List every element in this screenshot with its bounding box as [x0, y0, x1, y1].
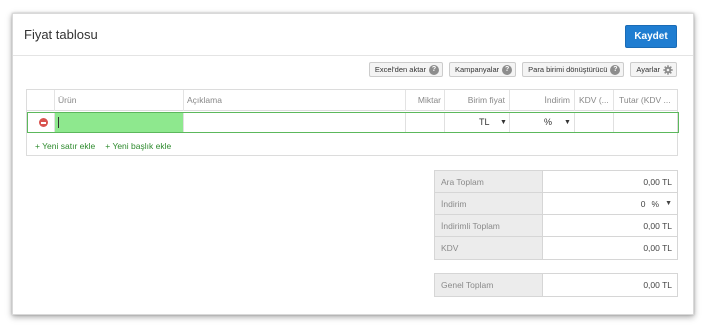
add-header-link[interactable]: + Yeni başlık ekle: [105, 141, 171, 151]
discount-type-select[interactable]: % ▼: [509, 113, 574, 132]
col-description: Açıklama: [183, 90, 405, 111]
delete-row-icon[interactable]: [39, 118, 48, 127]
col-total: Tutar (KDV ...: [613, 90, 678, 111]
page-title: Fiyat tablosu: [24, 27, 98, 42]
panel-header: Fiyat tablosu Kaydet: [13, 14, 693, 56]
items-table: Ürün Açıklama Miktar Birim fiyat İndirim…: [26, 89, 679, 156]
excel-import-button[interactable]: Excel'den aktar ?: [368, 62, 443, 77]
help-icon: ?: [502, 64, 513, 75]
grand-total-row: Genel Toplam 0,00 TL: [435, 274, 677, 296]
chevron-down-icon: ▼: [564, 119, 571, 126]
discounted-total-value: 0,00 TL: [643, 221, 672, 231]
col-discount: İndirim: [509, 90, 574, 111]
grand-total-table: Genel Toplam 0,00 TL: [434, 273, 678, 297]
subtotal-row: Ara Toplam 0,00 TL: [435, 171, 677, 193]
vat-input[interactable]: [574, 113, 613, 132]
gear-icon: [663, 64, 673, 75]
help-icon: ?: [610, 64, 621, 75]
grand-total-value: 0,00 TL: [643, 280, 672, 290]
vat-label: KDV: [435, 237, 543, 259]
help-icon: ?: [428, 64, 439, 75]
subtotal-value: 0,00 TL: [643, 177, 672, 187]
totals-table: Ara Toplam 0,00 TL İndirim 0 % ▼ İndirim…: [434, 170, 678, 260]
discount-row: İndirim 0 % ▼: [435, 193, 677, 215]
grand-total-label: Genel Toplam: [435, 274, 543, 296]
vat-value: 0,00 TL: [643, 243, 672, 253]
save-button[interactable]: Kaydet: [625, 25, 677, 48]
col-product: Ürün: [54, 90, 183, 111]
table-row: TL ▼ % ▼: [27, 112, 679, 133]
total-cell: [613, 113, 678, 132]
quantity-input[interactable]: [405, 113, 444, 132]
discount-label: İndirim: [435, 193, 543, 214]
currency-converter-button[interactable]: Para birimi dönüştürücü ?: [522, 62, 625, 77]
discounted-total-row: İndirimli Toplam 0,00 TL: [435, 215, 677, 237]
col-quantity: Miktar: [405, 90, 444, 111]
currency-converter-label: Para birimi dönüştürücü: [528, 65, 608, 74]
subtotal-label: Ara Toplam: [435, 171, 543, 192]
campaigns-label: Kampanyalar: [454, 65, 500, 74]
discount-value: 0: [640, 198, 646, 209]
text-cursor: [58, 117, 59, 128]
add-links: + Yeni satır ekle + Yeni başlık ekle: [35, 141, 171, 151]
settings-label: Ayarlar: [636, 65, 660, 74]
settings-button[interactable]: Ayarlar: [630, 62, 677, 77]
discount-unit: %: [651, 198, 660, 209]
chevron-down-icon: ▼: [665, 199, 672, 207]
col-vat: KDV (...: [574, 90, 613, 111]
currency-select[interactable]: TL ▼: [444, 113, 509, 132]
col-unit-price: Birim fiyat: [444, 90, 509, 111]
campaigns-button[interactable]: Kampanyalar ?: [448, 62, 517, 77]
chevron-down-icon: ▼: [500, 119, 507, 126]
product-input[interactable]: [54, 113, 183, 132]
description-input[interactable]: [183, 113, 405, 132]
excel-import-label: Excel'den aktar: [374, 65, 426, 74]
toolbar: Excel'den aktar ? Kampanyalar ? Para bir…: [368, 62, 677, 77]
price-table-panel: Fiyat tablosu Kaydet Excel'den aktar ? K…: [12, 13, 694, 315]
currency-value: TL: [479, 117, 490, 127]
add-row-link[interactable]: + Yeni satır ekle: [35, 141, 95, 151]
discounted-total-label: İndirimli Toplam: [435, 215, 543, 236]
table-header: Ürün Açıklama Miktar Birim fiyat İndirim…: [27, 90, 677, 111]
discount-type-value: %: [544, 117, 553, 127]
vat-row: KDV 0,00 TL: [435, 237, 677, 259]
discount-input[interactable]: 0 % ▼: [543, 193, 677, 214]
